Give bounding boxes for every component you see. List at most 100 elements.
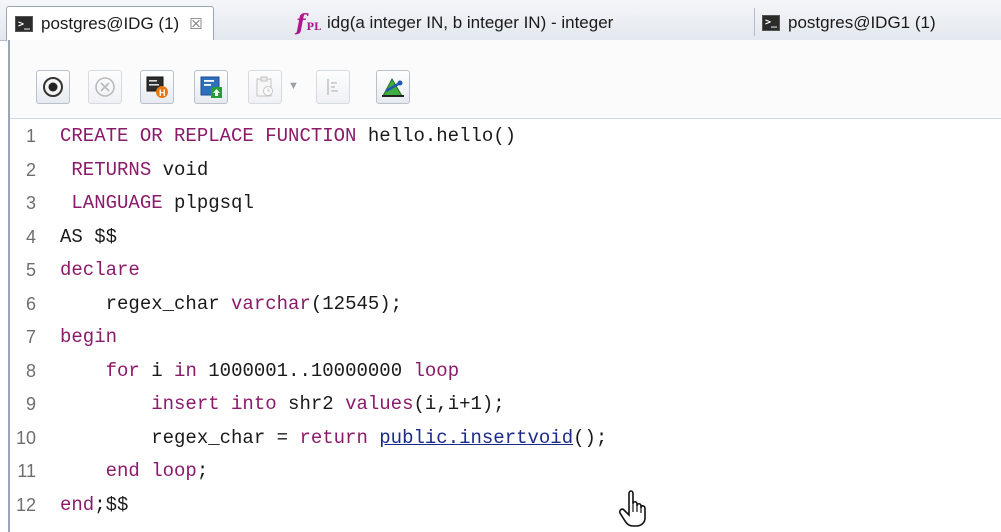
explain-button[interactable]: H bbox=[140, 70, 174, 104]
keyword-token: return bbox=[299, 426, 368, 449]
execute-icon bbox=[43, 77, 63, 97]
code-line[interactable]: 3 LANGUAGE plpgsql bbox=[10, 187, 1001, 220]
code-line[interactable]: 9 insert into shr2 values(i,i+1); bbox=[10, 388, 1001, 421]
line-number: 11 bbox=[17, 461, 36, 481]
keyword-token: in bbox=[174, 359, 197, 382]
code-text: for i in 1000001..10000000 loop bbox=[60, 355, 460, 388]
chart-icon bbox=[382, 77, 404, 97]
tab-label: idg(a integer IN, b integer IN) - intege… bbox=[327, 12, 614, 32]
editor-tab-bar: >_ postgres@IDG (1) ☒ f PL idg(a integer … bbox=[0, 0, 1001, 41]
code-text: declare bbox=[60, 254, 140, 287]
terminal-icon: >_ bbox=[15, 16, 33, 32]
code-text: regex_char varchar(12545); bbox=[60, 288, 402, 321]
line-number: 2 bbox=[25, 159, 36, 180]
dropdown-arrow-icon[interactable]: ▼ bbox=[288, 80, 299, 92]
code-line[interactable]: 8 for i in 1000001..10000000 loop bbox=[10, 355, 1001, 388]
keyword-token: varchar bbox=[231, 292, 311, 315]
code-line[interactable]: 4 AS $$ bbox=[10, 221, 1001, 254]
keyword-token: CREATE OR REPLACE FUNCTION bbox=[60, 125, 357, 147]
code-text: end;$$ bbox=[60, 489, 128, 522]
code-line[interactable]: 1 CREATE OR REPLACE FUNCTION hello.hello(… bbox=[10, 120, 1001, 153]
code-text: begin bbox=[60, 321, 117, 354]
svg-text:H: H bbox=[159, 88, 166, 98]
code-text: RETURNS void bbox=[60, 154, 208, 187]
hand-cursor-icon bbox=[619, 490, 646, 527]
line-number: 12 bbox=[15, 494, 36, 515]
code-line[interactable]: 6 regex_char varchar(12545); bbox=[10, 288, 1001, 321]
line-number: 7 bbox=[25, 327, 36, 347]
code-text: end loop; bbox=[60, 455, 209, 488]
format-button[interactable] bbox=[316, 70, 350, 104]
keyword-token: values bbox=[345, 393, 414, 415]
sql-editor: H ▼ 1 CREATE OR REPLACE FUNCTION hello.h… bbox=[8, 40, 1001, 532]
line-number: 10 bbox=[15, 427, 36, 448]
keyword-token: declare bbox=[60, 259, 140, 281]
tab-label: postgres@IDG1 (1) bbox=[788, 12, 936, 32]
keyword-token: end bbox=[60, 493, 95, 516]
compile-icon bbox=[200, 76, 222, 98]
explain-icon: H bbox=[146, 76, 168, 98]
tab-idg-function[interactable]: f PL idg(a integer IN, b integer IN) - in… bbox=[296, 6, 613, 39]
cancel-button[interactable] bbox=[88, 70, 122, 104]
code-line[interactable]: 11 end loop; bbox=[10, 455, 1001, 488]
code-line[interactable]: 5 declare bbox=[10, 254, 1001, 287]
analyze-button[interactable] bbox=[376, 70, 410, 104]
tab-postgres-idg1[interactable]: >_ postgres@IDG1 (1) bbox=[762, 6, 936, 39]
execute-button[interactable] bbox=[36, 70, 70, 104]
code-token: ;$$ bbox=[94, 493, 129, 516]
keyword-token: begin bbox=[60, 326, 118, 348]
line-number: 8 bbox=[25, 360, 36, 381]
code-line[interactable]: 10 regex_char = return public.insertvoid… bbox=[10, 422, 1001, 455]
code-text: insert into shr2 values(i,i+1); bbox=[60, 388, 505, 421]
keyword-token: RETURNS bbox=[60, 158, 152, 181]
plpgsql-function-icon: f PL bbox=[296, 9, 322, 36]
line-number: 3 bbox=[25, 193, 36, 213]
line-number: 1 bbox=[25, 126, 36, 146]
function-link[interactable]: public.insertvoid bbox=[379, 427, 573, 449]
keyword-token: end loop bbox=[105, 460, 197, 482]
line-number: 6 bbox=[25, 293, 36, 314]
code-text: regex_char = return public.insertvoid(); bbox=[60, 422, 607, 455]
code-line[interactable]: 12 end;$$ bbox=[10, 489, 1001, 522]
code-token: (i,i+1); bbox=[413, 393, 505, 415]
code-line[interactable]: 7 begin bbox=[10, 321, 1001, 354]
code-text: LANGUAGE plpgsql bbox=[60, 187, 254, 220]
line-number: 9 bbox=[25, 394, 36, 414]
keyword-token: insert into bbox=[151, 393, 277, 415]
code-token: ; bbox=[196, 460, 209, 482]
terminal-icon: >_ bbox=[762, 14, 780, 31]
editor-toolbar: H ▼ bbox=[10, 40, 1001, 119]
code-token: 1000001..10000000 bbox=[196, 359, 414, 382]
code-text: AS $$ bbox=[60, 221, 117, 254]
code-token: (12545); bbox=[310, 292, 403, 315]
keyword-token: loop bbox=[413, 359, 460, 382]
keyword-token: for bbox=[105, 359, 140, 382]
format-icon bbox=[327, 79, 338, 95]
line-number: 5 bbox=[25, 260, 36, 280]
history-button[interactable] bbox=[248, 70, 282, 104]
code-token: void bbox=[151, 158, 209, 181]
code-text: CREATE OR REPLACE FUNCTION hello.hello() bbox=[60, 120, 516, 153]
code-token: i bbox=[139, 359, 175, 382]
tab-label: postgres@IDG (1) bbox=[41, 14, 180, 33]
cancel-icon bbox=[95, 77, 115, 97]
tab-postgres-idg[interactable]: >_ postgres@IDG (1) ☒ bbox=[6, 6, 214, 41]
history-icon bbox=[256, 76, 273, 97]
code-token: shr2 bbox=[276, 393, 346, 415]
keyword-token: LANGUAGE bbox=[60, 192, 163, 214]
line-number: 4 bbox=[25, 226, 36, 247]
code-token: (); bbox=[573, 426, 608, 449]
code-line[interactable]: 2 RETURNS void bbox=[10, 154, 1001, 187]
tab-divider bbox=[754, 8, 755, 36]
code-token: regex_char = bbox=[60, 426, 300, 449]
close-tab-icon[interactable]: ☒ bbox=[189, 15, 202, 33]
code-token: AS $$ bbox=[60, 225, 118, 248]
code-token: hello.hello() bbox=[356, 125, 517, 147]
code-token: regex_char bbox=[60, 292, 232, 315]
code-token: plpgsql bbox=[162, 192, 254, 214]
compile-button[interactable] bbox=[194, 70, 228, 104]
